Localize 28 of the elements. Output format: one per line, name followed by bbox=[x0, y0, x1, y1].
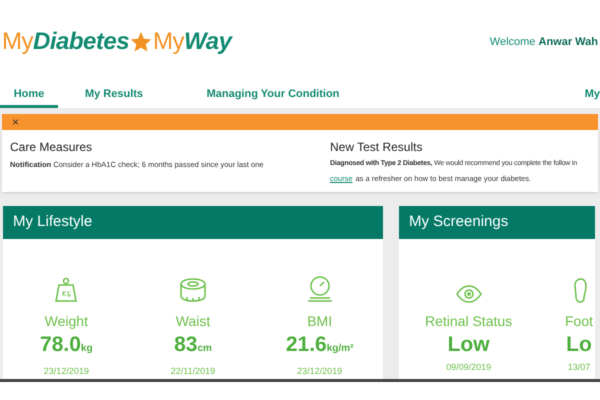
card-title: My Screenings bbox=[409, 212, 508, 232]
metric-date: 13/07 bbox=[568, 361, 590, 374]
metric-value: Low bbox=[448, 332, 490, 358]
metric-label: Weight bbox=[44, 312, 88, 331]
metric-value: Lo bbox=[566, 332, 592, 358]
notice-title: New Test Results bbox=[330, 139, 424, 156]
metric-label: Retinal Status bbox=[425, 312, 512, 331]
nav-tab[interactable]: Managing Your Condition bbox=[170, 84, 376, 108]
card-title: My Lifestyle bbox=[13, 212, 92, 232]
eye-icon bbox=[454, 285, 483, 303]
weight-icon bbox=[54, 277, 78, 303]
welcome-text: Welcome Anwar Wah bbox=[490, 34, 598, 50]
logo[interactable]: MyDiabetes MyWay bbox=[2, 24, 232, 60]
metric-label: BMI bbox=[307, 312, 332, 331]
metric-date: 09/09/2019 bbox=[446, 361, 492, 374]
nav-tab[interactable]: My bbox=[376, 84, 600, 108]
metric-value: 78.0kg bbox=[40, 332, 93, 358]
metric-label: Foot bbox=[564, 312, 593, 331]
metric-label: Waist bbox=[176, 312, 210, 331]
metric-date: 23/12/2019 bbox=[297, 365, 342, 378]
scale-gauge-icon bbox=[306, 275, 334, 303]
metric-date: 23/12/2019 bbox=[44, 365, 89, 378]
metric-value: 21.6kg/m² bbox=[286, 332, 354, 358]
close-button[interactable]: × bbox=[12, 116, 20, 128]
metric-value: 83cm bbox=[174, 332, 212, 358]
metric-date: 22/11/2019 bbox=[170, 365, 216, 378]
tape-measure-icon bbox=[178, 277, 207, 303]
nav-tab[interactable]: My Results bbox=[58, 84, 170, 108]
